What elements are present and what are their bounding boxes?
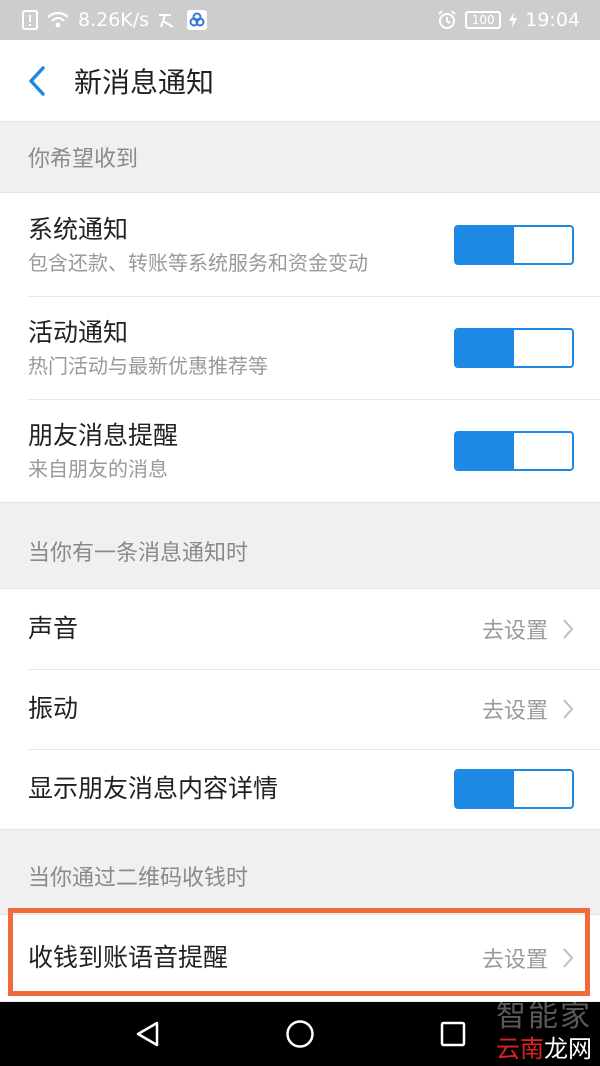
row-text: 活动通知 热门活动与最新优惠推荐等 xyxy=(28,316,268,380)
toggle-fill xyxy=(456,226,514,263)
system-navigation-bar xyxy=(0,1002,600,1066)
sim-alert-icon xyxy=(22,10,38,30)
row-subtitle: 来自朋友的消息 xyxy=(28,456,168,481)
cloud-app-icon xyxy=(187,10,208,30)
vibrate-row[interactable]: 振动 去设置 xyxy=(0,669,600,749)
row-title: 活动通知 xyxy=(28,317,129,347)
system-notification-row: 系统通知 包含还款、转账等系统服务和资金变动 xyxy=(0,193,600,296)
show-details-toggle[interactable] xyxy=(454,769,574,809)
circle-home-icon xyxy=(286,1020,314,1048)
row-text: 朋友消息提醒 来自朋友的消息 xyxy=(28,419,178,483)
set-label: 去设置 xyxy=(481,699,548,724)
sound-set-link[interactable]: 去设置 xyxy=(482,613,574,645)
nav-home-button[interactable] xyxy=(270,1002,330,1066)
row-title: 朋友消息提醒 xyxy=(28,420,179,450)
friend-message-toggle[interactable] xyxy=(454,430,574,471)
page-title: 新消息通知 xyxy=(74,65,215,99)
triangle-back-icon xyxy=(136,1021,158,1047)
toggle-fill xyxy=(456,432,514,469)
row-title: 振动 xyxy=(28,694,79,723)
section-header-qrcode: 当你通过二维码收钱时 xyxy=(28,866,249,891)
chevron-right-icon xyxy=(563,699,574,719)
sound-row[interactable]: 声音 去设置 xyxy=(0,589,600,669)
friend-message-row: 朋友消息提醒 来自朋友的消息 xyxy=(0,399,600,502)
status-left: 8.26K/s xyxy=(22,9,208,31)
battery-indicator: 100 xyxy=(465,11,502,29)
row-title: 显示朋友消息内容详情 xyxy=(28,774,279,803)
show-details-row: 显示朋友消息内容详情 xyxy=(0,749,600,829)
row-title: 声音 xyxy=(28,614,79,643)
qrcode-settings-group: 收钱到账语音提醒 去设置 xyxy=(0,914,600,1001)
chevron-right-icon xyxy=(563,948,574,968)
square-recents-icon xyxy=(441,1021,466,1047)
system-notification-toggle[interactable] xyxy=(454,224,574,265)
section-header-receive: 你希望收到 xyxy=(28,147,139,172)
notify-settings-group: 声音 去设置 振动 去设置 显示朋友消息内容详情 xyxy=(0,588,600,830)
toggle-fill xyxy=(456,329,514,366)
toggle-fill xyxy=(456,771,514,807)
row-title: 系统通知 xyxy=(28,214,129,244)
network-speed: 8.26K/s xyxy=(78,9,150,31)
back-button[interactable] xyxy=(0,40,74,122)
row-subtitle: 热门活动与最新优惠推荐等 xyxy=(28,353,268,378)
nav-recents-button[interactable] xyxy=(423,1002,483,1066)
receive-settings-group: 系统通知 包含还款、转账等系统服务和资金变动 活动通知 热门活动与最新优惠推荐等… xyxy=(0,192,600,503)
row-subtitle: 包含还款、转账等系统服务和资金变动 xyxy=(28,250,368,275)
row-title: 收钱到账语音提醒 xyxy=(28,943,229,972)
charging-icon xyxy=(509,12,518,28)
app-notification-icon xyxy=(157,11,179,29)
activity-notification-toggle[interactable] xyxy=(454,327,574,368)
set-label: 去设置 xyxy=(481,619,548,644)
voice-reminder-row[interactable]: 收钱到账语音提醒 去设置 xyxy=(0,915,600,1001)
clock-time: 19:04 xyxy=(525,9,580,31)
section-header-notify: 当你有一条消息通知时 xyxy=(28,541,249,566)
alarm-icon xyxy=(437,10,457,30)
chevron-left-icon xyxy=(29,65,45,96)
activity-notification-row: 活动通知 热门活动与最新优惠推荐等 xyxy=(0,296,600,399)
row-text: 系统通知 包含还款、转账等系统服务和资金变动 xyxy=(28,213,368,277)
wifi-icon xyxy=(46,11,70,29)
set-label: 去设置 xyxy=(481,948,548,973)
navigation-bar: 新消息通知 xyxy=(0,40,600,122)
status-right: 100 19:04 xyxy=(437,9,580,31)
vibrate-set-link[interactable]: 去设置 xyxy=(482,693,574,725)
nav-back-button[interactable] xyxy=(117,1002,177,1066)
chevron-right-icon xyxy=(563,619,574,639)
status-bar: 8.26K/s 100 19:04 xyxy=(0,0,600,40)
voice-reminder-set-link[interactable]: 去设置 xyxy=(482,942,574,974)
